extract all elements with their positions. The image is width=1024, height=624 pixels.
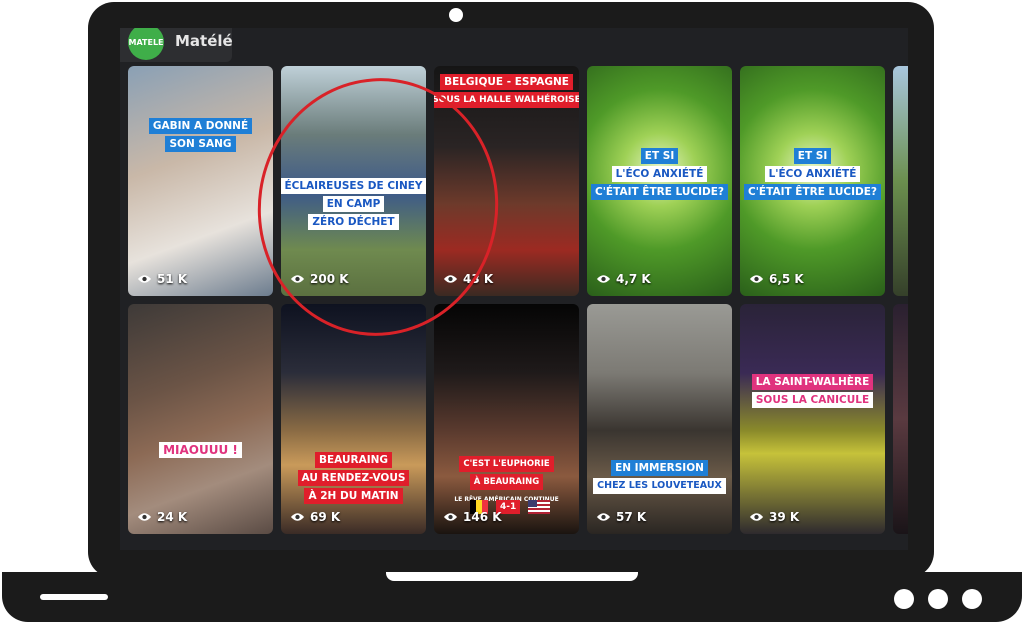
view-count: 200 K <box>290 272 349 286</box>
channel-name[interactable]: Matélé <box>175 32 233 50</box>
caption-line: L'ÉCO ANXIÉTÉ <box>764 166 861 182</box>
video-tile[interactable]: BELGIQUE - ESPAGNE SOUS LA HALLE WALHÉRO… <box>434 66 579 296</box>
caption-line: L'ÉCO ANXIÉTÉ <box>611 166 708 182</box>
caption-line: EN IMMERSION <box>611 460 708 476</box>
view-count: 24 K <box>137 510 187 524</box>
eye-icon <box>137 513 152 521</box>
caption-line: BEAURAING <box>314 452 393 468</box>
caption-line: MIAOUUU ! <box>159 442 242 458</box>
caption-line: ET SI <box>640 148 679 164</box>
channel-header[interactable]: MATELE Matélé <box>120 28 233 62</box>
caption-line: SOUS LA CANICULE <box>751 392 874 408</box>
caption-line: GABIN A DONNÉ <box>148 118 253 134</box>
eye-icon <box>443 275 458 283</box>
caption-line: C'EST L'EUPHORIE <box>459 456 554 472</box>
laptop-notch <box>386 572 638 581</box>
caption-line: BELGIQUE - ESPAGNE <box>440 74 573 90</box>
video-tile[interactable]: GABIN A DONNÉ SON SANG 51 K <box>128 66 273 296</box>
eye-icon <box>137 275 152 283</box>
base-dot <box>928 589 948 609</box>
view-count: 69 K <box>290 510 340 524</box>
video-tile-partial[interactable] <box>893 304 908 534</box>
camera-dot <box>449 8 463 22</box>
video-tile[interactable]: BEAURAING AU RENDEZ-VOUS À 2H DU MATIN 6… <box>281 304 426 534</box>
view-count: 146 K <box>443 510 502 524</box>
video-tile[interactable]: LA SAINT-WALHÈRE SOUS LA CANICULE 39 K <box>740 304 885 534</box>
video-tile[interactable]: ÉCLAIREUSES DE CINEY EN CAMP ZÉRO DÉCHET… <box>281 66 426 296</box>
caption-line: C'ÉTAIT ÊTRE LUCIDE? <box>591 184 728 200</box>
caption-line: À 2H DU MATIN <box>304 488 403 504</box>
channel-logo[interactable]: MATELE <box>128 28 164 60</box>
caption-line: C'ÉTAIT ÊTRE LUCIDE? <box>744 184 881 200</box>
caption-line: ÉCLAIREUSES DE CINEY <box>281 178 426 194</box>
usa-flag-icon <box>528 500 551 514</box>
base-dot <box>894 589 914 609</box>
caption-line: ZÉRO DÉCHET <box>308 214 399 230</box>
caption-line: LA SAINT-WALHÈRE <box>751 374 874 390</box>
caption-line: À BEAURAING <box>469 474 544 490</box>
view-count: 39 K <box>749 510 799 524</box>
view-count: 51 K <box>137 272 187 286</box>
view-count: 4,7 K <box>596 272 651 286</box>
caption-line: CHEZ LES LOUVETEAUX <box>593 478 726 494</box>
eye-icon <box>443 513 458 521</box>
video-tile[interactable]: ET SI L'ÉCO ANXIÉTÉ C'ÉTAIT ÊTRE LUCIDE?… <box>740 66 885 296</box>
eye-icon <box>749 513 764 521</box>
eye-icon <box>596 275 611 283</box>
view-count: 6,5 K <box>749 272 804 286</box>
caption-line: SON SANG <box>165 136 236 152</box>
eye-icon <box>749 275 764 283</box>
base-dot <box>962 589 982 609</box>
video-tile-partial[interactable] <box>893 66 908 296</box>
video-tile[interactable]: MIAOUUU ! 24 K <box>128 304 273 534</box>
video-tile[interactable]: ET SI L'ÉCO ANXIÉTÉ C'ÉTAIT ÊTRE LUCIDE?… <box>587 66 732 296</box>
view-count: 57 K <box>596 510 646 524</box>
caption-line: AU RENDEZ-VOUS <box>297 470 410 486</box>
caption-line: SOUS LA HALLE WALHÉROISE <box>434 92 579 108</box>
video-tile[interactable]: C'EST L'EUPHORIE À BEAURAING LE RÊVE AMÉ… <box>434 304 579 534</box>
caption-line: ET SI <box>793 148 832 164</box>
view-count: 43 K <box>443 272 493 286</box>
eye-icon <box>596 513 611 521</box>
caption-line: EN CAMP <box>322 196 385 212</box>
eye-icon <box>290 513 305 521</box>
screen: MATELE Matélé GABIN A DONNÉ SON SANG 51 … <box>120 28 908 550</box>
video-tile[interactable]: EN IMMERSION CHEZ LES LOUVETEAUX 57 K <box>587 304 732 534</box>
eye-icon <box>290 275 305 283</box>
base-detail-line <box>40 594 108 600</box>
